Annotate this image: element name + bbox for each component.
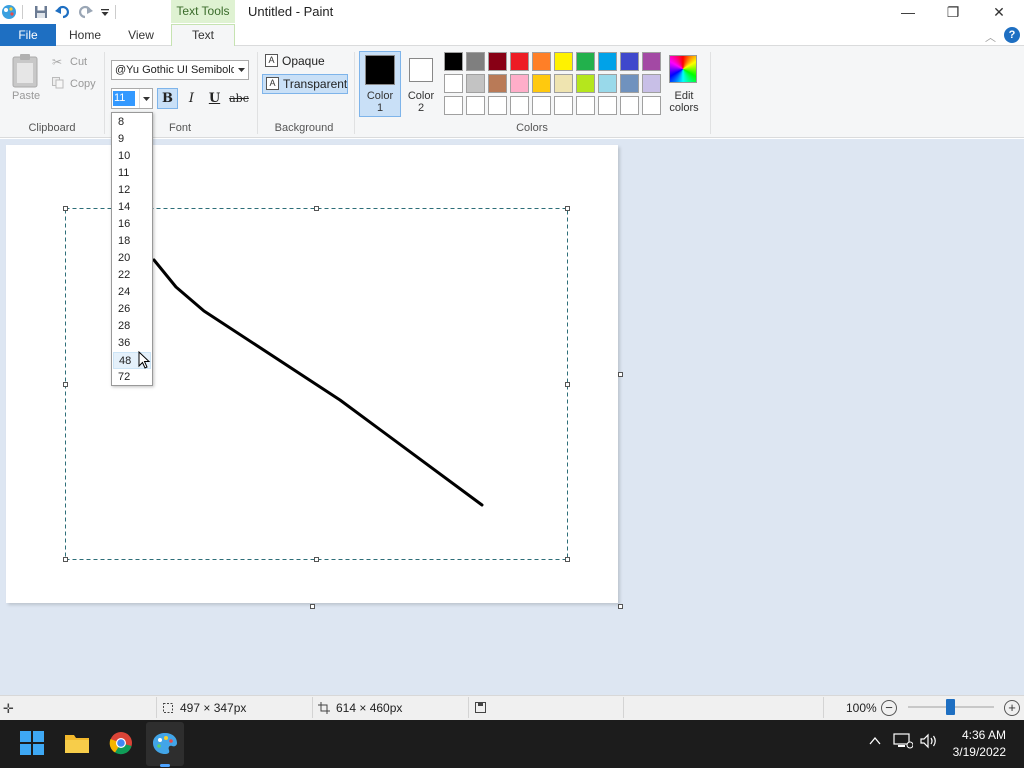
font-size-option[interactable]: 72 xyxy=(113,369,151,386)
canvas-drawing xyxy=(65,208,568,560)
paint-icon[interactable] xyxy=(150,728,180,758)
selection-handle[interactable] xyxy=(63,557,68,562)
divider xyxy=(823,697,824,718)
zoom-slider-thumb[interactable] xyxy=(946,699,955,715)
font-size-option[interactable]: 20 xyxy=(113,250,151,267)
canvas-size-readout: 614 × 460px xyxy=(336,701,403,715)
selection-handle[interactable] xyxy=(565,206,570,211)
font-size-option[interactable]: 36 xyxy=(113,335,151,352)
windows-start-icon[interactable] xyxy=(17,728,47,758)
font-size-option[interactable]: 18 xyxy=(113,233,151,250)
selection-handle[interactable] xyxy=(63,206,68,211)
font-size-option[interactable]: 12 xyxy=(113,182,151,199)
zoom-level: 100% xyxy=(846,701,877,715)
font-size-option[interactable]: 24 xyxy=(113,284,151,301)
selection-handle[interactable] xyxy=(63,382,68,387)
selection-handle[interactable] xyxy=(314,557,319,562)
canvas-size-icon xyxy=(318,702,330,714)
font-size-option[interactable]: 8 xyxy=(113,114,151,131)
file-size-icon xyxy=(475,702,486,713)
divider xyxy=(468,697,469,718)
cursor-position-icon: ✛ xyxy=(3,701,14,716)
canvas-resize-handle[interactable] xyxy=(618,604,623,609)
selection-size-readout: 497 × 347px xyxy=(180,701,247,715)
divider xyxy=(156,697,157,718)
selection-size-icon xyxy=(162,702,174,714)
font-size-option[interactable]: 26 xyxy=(113,301,151,318)
font-size-option[interactable]: 10 xyxy=(113,148,151,165)
font-size-dropdown-list: 8 9 10 11 12 14 16 18 20 22 24 26 28 36 48 72 xyxy=(111,112,153,386)
drawn-line xyxy=(152,258,484,507)
canvas-resize-handle[interactable] xyxy=(310,604,315,609)
chrome-icon[interactable] xyxy=(106,728,136,758)
zoom-out-button[interactable]: − xyxy=(881,700,897,716)
file-explorer-icon[interactable] xyxy=(62,728,92,758)
chevron-up-icon[interactable] xyxy=(868,734,882,748)
canvas-resize-handle[interactable] xyxy=(618,372,623,377)
divider xyxy=(623,697,624,718)
zoom-in-button[interactable]: + xyxy=(1004,700,1020,716)
font-size-option[interactable]: 11 xyxy=(113,165,151,182)
font-size-option[interactable]: 28 xyxy=(113,318,151,335)
network-icon[interactable] xyxy=(893,733,914,749)
selection-handle[interactable] xyxy=(565,557,570,562)
font-size-option[interactable]: 22 xyxy=(113,267,151,284)
active-app-indicator xyxy=(160,764,170,767)
font-size-option[interactable]: 16 xyxy=(113,216,151,233)
clock-time[interactable]: 4:36 AM xyxy=(944,728,1006,742)
volume-icon[interactable] xyxy=(919,733,939,749)
selection-handle[interactable] xyxy=(565,382,570,387)
divider xyxy=(312,697,313,718)
clock-date[interactable]: 3/19/2022 xyxy=(944,745,1006,759)
font-size-option[interactable]: 9 xyxy=(113,131,151,148)
mouse-cursor-icon xyxy=(138,350,152,371)
selection-handle[interactable] xyxy=(314,206,319,211)
font-size-option[interactable]: 14 xyxy=(113,199,151,216)
